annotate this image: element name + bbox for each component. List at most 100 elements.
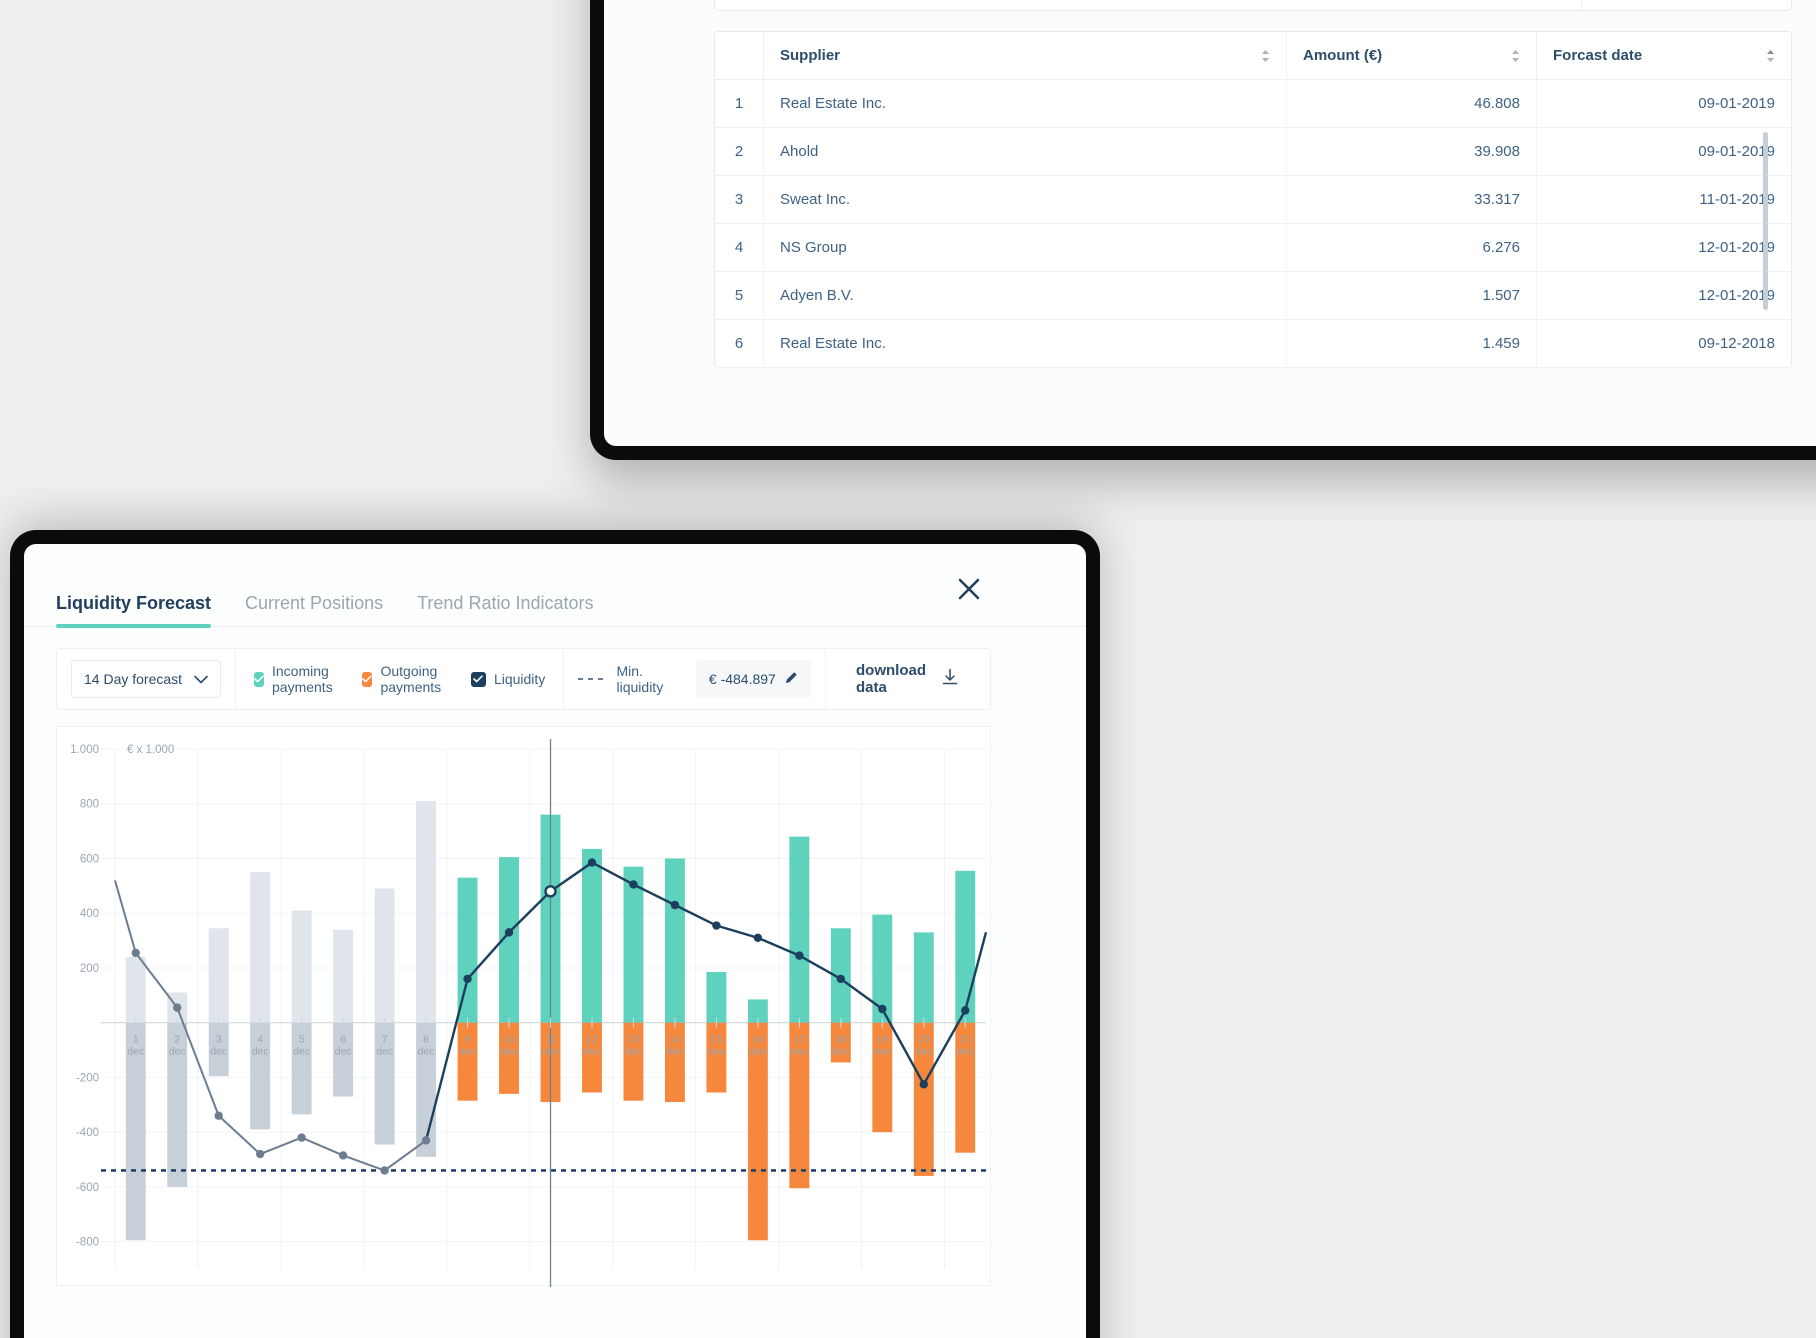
cell-forecast-date: 09-01-2019 [1536, 80, 1791, 127]
liquidity-device-frame: Liquidity Forecast Current Positions Tre… [10, 530, 1100, 1338]
column-header-forecast-date[interactable]: Forcast date [1536, 32, 1791, 79]
svg-text:6: 6 [340, 1034, 346, 1046]
table-row[interactable]: 5 Adyen B.V. 1.507 12-01-2019 [715, 272, 1791, 320]
chart-toolbar: 14 Day forecast Incoming payments Outgoi… [56, 648, 991, 710]
tab-trend-ratio-indicators[interactable]: Trend Ratio Indicators [417, 593, 627, 628]
close-icon[interactable] [956, 576, 982, 607]
search-toolbar: download data [714, 0, 1792, 11]
svg-text:dec: dec [210, 1046, 227, 1058]
svg-text:dec: dec [335, 1046, 352, 1058]
checkbox-checked-icon [470, 671, 486, 687]
svg-text:21: 21 [959, 1034, 971, 1046]
svg-text:dec: dec [127, 1046, 144, 1058]
sort-icon-supplier[interactable] [1261, 49, 1270, 63]
table-scrollbar[interactable] [1763, 132, 1768, 310]
tab-current-positions[interactable]: Current Positions [245, 593, 417, 628]
liquidity-chart-svg: 1.000800600400200-200-400-600-8001dec2de… [70, 739, 988, 1287]
table-row[interactable]: 2 Ahold 39.908 09-01-2019 [715, 128, 1791, 176]
cell-forecast-date: 09-12-2018 [1536, 320, 1791, 367]
svg-text:dec: dec [252, 1046, 269, 1058]
svg-text:-800: -800 [76, 1237, 99, 1249]
cell-forecast-date: 12-01-2019 [1536, 272, 1791, 319]
min-liquidity-group: Min. liquidity € -484.897 [564, 660, 825, 698]
column-header-index [715, 32, 763, 79]
svg-text:-200: -200 [76, 1072, 99, 1084]
tab-label: Current Positions [245, 593, 384, 613]
svg-text:dec: dec [293, 1046, 310, 1058]
svg-text:14: 14 [669, 1034, 681, 1046]
legend-label: Outgoing payments [380, 663, 442, 695]
liquidity-screen: Liquidity Forecast Current Positions Tre… [24, 544, 1086, 1338]
column-header-supplier[interactable]: Supplier [763, 32, 1286, 79]
svg-text:dec: dec [169, 1046, 186, 1058]
svg-text:19: 19 [876, 1034, 888, 1046]
svg-text:1: 1 [133, 1034, 139, 1046]
column-header-amount[interactable]: Amount (€) [1286, 32, 1536, 79]
row-index: 1 [734, 95, 744, 112]
row-index: 2 [734, 143, 744, 160]
tab-bar: Liquidity Forecast Current Positions Tre… [24, 544, 1086, 628]
svg-text:12: 12 [586, 1034, 598, 1046]
chart-unit-label: € x 1.000 [127, 744, 174, 756]
svg-text:13: 13 [628, 1034, 640, 1046]
sort-icon-forecast-date[interactable] [1766, 49, 1775, 63]
svg-text:17: 17 [794, 1034, 806, 1046]
cell-supplier: Sweat Inc. [763, 176, 1286, 223]
forecast-range-select[interactable]: 14 Day forecast [71, 660, 221, 698]
svg-text:200: 200 [80, 963, 99, 975]
svg-text:5: 5 [299, 1034, 305, 1046]
chart-download-data-label: download data [856, 662, 926, 696]
legend-liquidity[interactable]: Liquidity [470, 671, 546, 687]
table-row[interactable]: 4 NS Group 6.276 12-01-2019 [715, 224, 1791, 272]
svg-text:dec: dec [501, 1046, 518, 1058]
svg-text:7: 7 [382, 1034, 388, 1046]
svg-text:600: 600 [80, 853, 99, 865]
liquidity-chart[interactable]: 1.000 800 600 400 200 -200 -400 -600 -800 1 dec 2 de… [56, 726, 991, 1287]
legend-label: Incoming payments [272, 663, 333, 695]
cell-forecast-date: 09-01-2019 [1536, 128, 1791, 175]
svg-text:4: 4 [257, 1034, 263, 1046]
table-row[interactable]: 3 Sweat Inc. 33.317 11-01-2019 [715, 176, 1791, 224]
svg-text:20: 20 [918, 1034, 930, 1046]
min-liquidity-value-field[interactable]: € -484.897 [695, 660, 811, 698]
pencil-icon [785, 671, 798, 687]
svg-text:dec: dec [832, 1046, 849, 1058]
svg-text:dec: dec [874, 1046, 891, 1058]
cell-forecast-date: 11-01-2019 [1536, 176, 1791, 223]
svg-text:-600: -600 [76, 1182, 99, 1194]
tab-liquidity-forecast[interactable]: Liquidity Forecast [56, 593, 245, 628]
svg-text:dec: dec [542, 1046, 559, 1058]
svg-text:dec: dec [459, 1046, 476, 1058]
cell-supplier: Ahold [763, 128, 1286, 175]
download-cell: download data [826, 649, 990, 709]
search-field-wrapper[interactable] [715, 0, 1581, 10]
row-index: 3 [734, 191, 744, 208]
table-row[interactable]: 6 Real Estate Inc. 1.459 09-12-2018 [715, 320, 1791, 368]
svg-text:400: 400 [80, 908, 99, 920]
legend-incoming-payments[interactable]: Incoming payments [254, 663, 342, 695]
column-label-supplier: Supplier [780, 47, 841, 64]
cell-supplier: Real Estate Inc. [763, 320, 1286, 367]
download-icon [940, 667, 960, 692]
legend-outgoing-payments[interactable]: Outgoing payments [362, 663, 450, 695]
sort-icon-amount[interactable] [1511, 49, 1520, 63]
legend-label: Liquidity [493, 671, 546, 687]
svg-text:dec: dec [376, 1046, 393, 1058]
svg-text:dec: dec [584, 1046, 601, 1058]
table-header-row: Supplier Amount (€) Forcast date [715, 32, 1791, 80]
checkbox-checked-icon [362, 671, 373, 687]
svg-text:dec: dec [625, 1046, 642, 1058]
svg-text:16: 16 [752, 1034, 764, 1046]
cell-supplier: Adyen B.V. [763, 272, 1286, 319]
legend-group: Incoming payments Outgoing payments Liqu… [236, 663, 563, 695]
column-label-amount: Amount (€) [1303, 47, 1383, 64]
row-index: 4 [734, 239, 744, 256]
cell-supplier: Real Estate Inc. [763, 80, 1286, 127]
receivables-device-frame: Forecast outgoing payments € 475.422 ‹ 7… [590, 0, 1816, 460]
chart-download-data-button[interactable]: download data [826, 662, 990, 696]
table-row[interactable]: 1 Real Estate Inc. 46.808 09-01-2019 [715, 80, 1791, 128]
svg-text:dec: dec [418, 1046, 435, 1058]
svg-text:dec: dec [791, 1046, 808, 1058]
forecast-range-value: 14 Day forecast [84, 671, 183, 687]
svg-text:18: 18 [835, 1034, 847, 1046]
